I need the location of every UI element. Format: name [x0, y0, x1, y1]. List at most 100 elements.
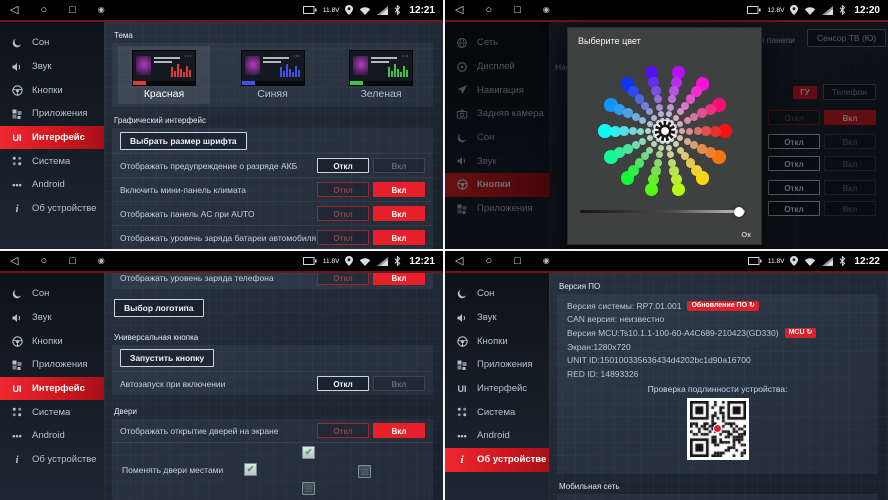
- color-swatch-dot[interactable]: [694, 127, 702, 135]
- sidebar-item-camera[interactable]: Задняя камера: [445, 102, 549, 126]
- door-checkbox-top[interactable]: [302, 446, 315, 459]
- color-swatch-dot[interactable]: [684, 138, 691, 145]
- color-swatch-dot[interactable]: [645, 128, 651, 134]
- color-swatch-dot[interactable]: [666, 145, 672, 151]
- home-icon[interactable]: ○: [485, 0, 492, 20]
- sidebar-item-system[interactable]: Система: [0, 400, 104, 424]
- screen-record-icon[interactable]: ◉: [543, 0, 550, 20]
- update-badge[interactable]: Обновление ПО↻: [687, 301, 758, 311]
- sidebar-item-moon[interactable]: Сон: [445, 126, 549, 150]
- color-swatch-dot[interactable]: [672, 183, 686, 197]
- toggle-off-button[interactable]: Откл: [317, 230, 369, 245]
- color-swatch-dot[interactable]: [656, 104, 663, 111]
- color-swatch-dot[interactable]: [671, 174, 682, 185]
- toggle-off-button[interactable]: Откл: [317, 182, 369, 197]
- color-selector-ring[interactable]: [652, 118, 678, 144]
- toggle-on-button[interactable]: Вкл: [824, 201, 876, 216]
- screen-record-icon[interactable]: ◉: [98, 0, 105, 20]
- toggle-on-button[interactable]: Вкл: [373, 423, 425, 438]
- toggle-on-button[interactable]: Вкл: [824, 180, 876, 195]
- color-swatch-dot[interactable]: [701, 126, 711, 136]
- sidebar-item-android[interactable]: •••Android: [0, 424, 104, 448]
- screen-record-icon[interactable]: ◉: [98, 251, 105, 271]
- color-swatch-dot[interactable]: [710, 126, 721, 137]
- update-badge[interactable]: MCU↻: [785, 328, 817, 338]
- toggle-on-button[interactable]: Вкл: [824, 110, 876, 125]
- sidebar-item-ui[interactable]: UIИнтерфейс: [0, 377, 104, 401]
- slider-thumb[interactable]: [734, 207, 744, 217]
- toggle-off-button[interactable]: Откл: [768, 110, 820, 125]
- color-swatch-dot[interactable]: [668, 95, 676, 103]
- run-button[interactable]: Запустить кнопку: [120, 349, 214, 367]
- color-swatch-dot[interactable]: [679, 128, 685, 134]
- sidebar-item-system[interactable]: Система: [445, 400, 549, 424]
- sidebar-item-speaker[interactable]: Звук: [0, 306, 104, 330]
- sidebar-item-globe[interactable]: Сеть: [445, 31, 549, 55]
- color-swatch-dot[interactable]: [667, 151, 674, 158]
- home-icon[interactable]: ○: [40, 251, 47, 271]
- toggle-off-button[interactable]: Откл: [317, 273, 369, 285]
- toggle-off-button[interactable]: Откл: [768, 134, 820, 149]
- toggle-on-button[interactable]: Вкл: [373, 273, 425, 285]
- color-swatch-dot[interactable]: [668, 159, 676, 167]
- logo-select-button[interactable]: Выбор логотипа: [114, 299, 204, 317]
- color-swatch-dot[interactable]: [648, 174, 659, 185]
- toggle-off-button[interactable]: Откл: [317, 158, 369, 173]
- brightness-slider[interactable]: [580, 210, 745, 213]
- color-swatch-dot[interactable]: [684, 117, 691, 124]
- font-size-button[interactable]: Выбрать размер шрифта: [120, 132, 247, 150]
- sidebar-item-android[interactable]: •••Android: [445, 424, 549, 448]
- sidebar-item-display[interactable]: Дисплей: [445, 55, 549, 79]
- color-swatch-dot[interactable]: [697, 108, 707, 118]
- sidebar-item-speaker[interactable]: Звук: [445, 149, 549, 173]
- head-unit-button[interactable]: ГУ: [793, 86, 817, 99]
- color-swatch-dot[interactable]: [677, 121, 683, 127]
- sidebar-item-apps[interactable]: Приложения: [0, 353, 104, 377]
- color-swatch-dot[interactable]: [654, 159, 662, 167]
- theme-tile[interactable]: •••Синяя: [227, 46, 319, 104]
- recents-icon[interactable]: □: [514, 0, 521, 20]
- theme-tile[interactable]: •••Красная: [118, 46, 210, 104]
- sidebar-item-apps[interactable]: Приложения: [445, 353, 549, 377]
- toggle-on-button[interactable]: Вкл: [373, 158, 425, 173]
- sidebar-item-steering-wheel[interactable]: Кнопки: [445, 329, 549, 353]
- door-checkbox-right[interactable]: [358, 465, 371, 478]
- recents-icon[interactable]: □: [69, 251, 76, 271]
- color-swatch-dot[interactable]: [637, 128, 644, 135]
- color-swatch-dot[interactable]: [677, 147, 684, 154]
- back-icon[interactable]: ◁: [455, 0, 463, 20]
- sidebar-item-moon[interactable]: Сон: [0, 282, 104, 306]
- toggle-on-button[interactable]: Вкл: [373, 376, 425, 391]
- color-swatch-dot[interactable]: [619, 126, 629, 136]
- toggle-on-button[interactable]: Вкл: [373, 230, 425, 245]
- sidebar-item-moon[interactable]: Сон: [445, 282, 549, 306]
- toggle-off-button[interactable]: Откл: [768, 180, 820, 195]
- sidebar-item-steering-wheel[interactable]: Кнопки: [445, 173, 549, 197]
- color-swatch-dot[interactable]: [686, 158, 696, 168]
- sidebar-item-navigation[interactable]: Навигация: [445, 78, 549, 102]
- color-swatch-dot[interactable]: [646, 147, 653, 154]
- color-swatch-dot[interactable]: [667, 104, 674, 111]
- color-swatch-dot[interactable]: [669, 166, 679, 176]
- sidebar-item-system[interactable]: Система: [0, 149, 104, 173]
- sidebar-item-steering-wheel[interactable]: Кнопки: [0, 329, 104, 353]
- sidebar-item-steering-wheel[interactable]: Кнопки: [0, 78, 104, 102]
- color-swatch-dot[interactable]: [639, 117, 646, 124]
- back-icon[interactable]: ◁: [455, 251, 463, 271]
- back-icon[interactable]: ◁: [10, 0, 18, 20]
- door-checkbox-left[interactable]: [244, 463, 257, 476]
- sidebar-item-apps[interactable]: Приложения: [445, 197, 549, 221]
- back-icon[interactable]: ◁: [10, 251, 18, 271]
- color-swatch-dot[interactable]: [639, 138, 646, 145]
- color-swatch-dot[interactable]: [686, 128, 693, 135]
- color-swatch-dot[interactable]: [658, 145, 664, 151]
- color-swatch-dot[interactable]: [677, 135, 683, 141]
- toggle-off-button[interactable]: Откл: [317, 376, 369, 391]
- recents-icon[interactable]: □: [514, 251, 521, 271]
- color-swatch-dot[interactable]: [656, 151, 663, 158]
- color-swatch-dot[interactable]: [697, 144, 707, 154]
- toggle-on-button[interactable]: Вкл: [824, 156, 876, 171]
- color-swatch-dot[interactable]: [690, 113, 698, 121]
- sidebar-item-speaker[interactable]: Звук: [0, 55, 104, 79]
- home-icon[interactable]: ○: [40, 0, 47, 20]
